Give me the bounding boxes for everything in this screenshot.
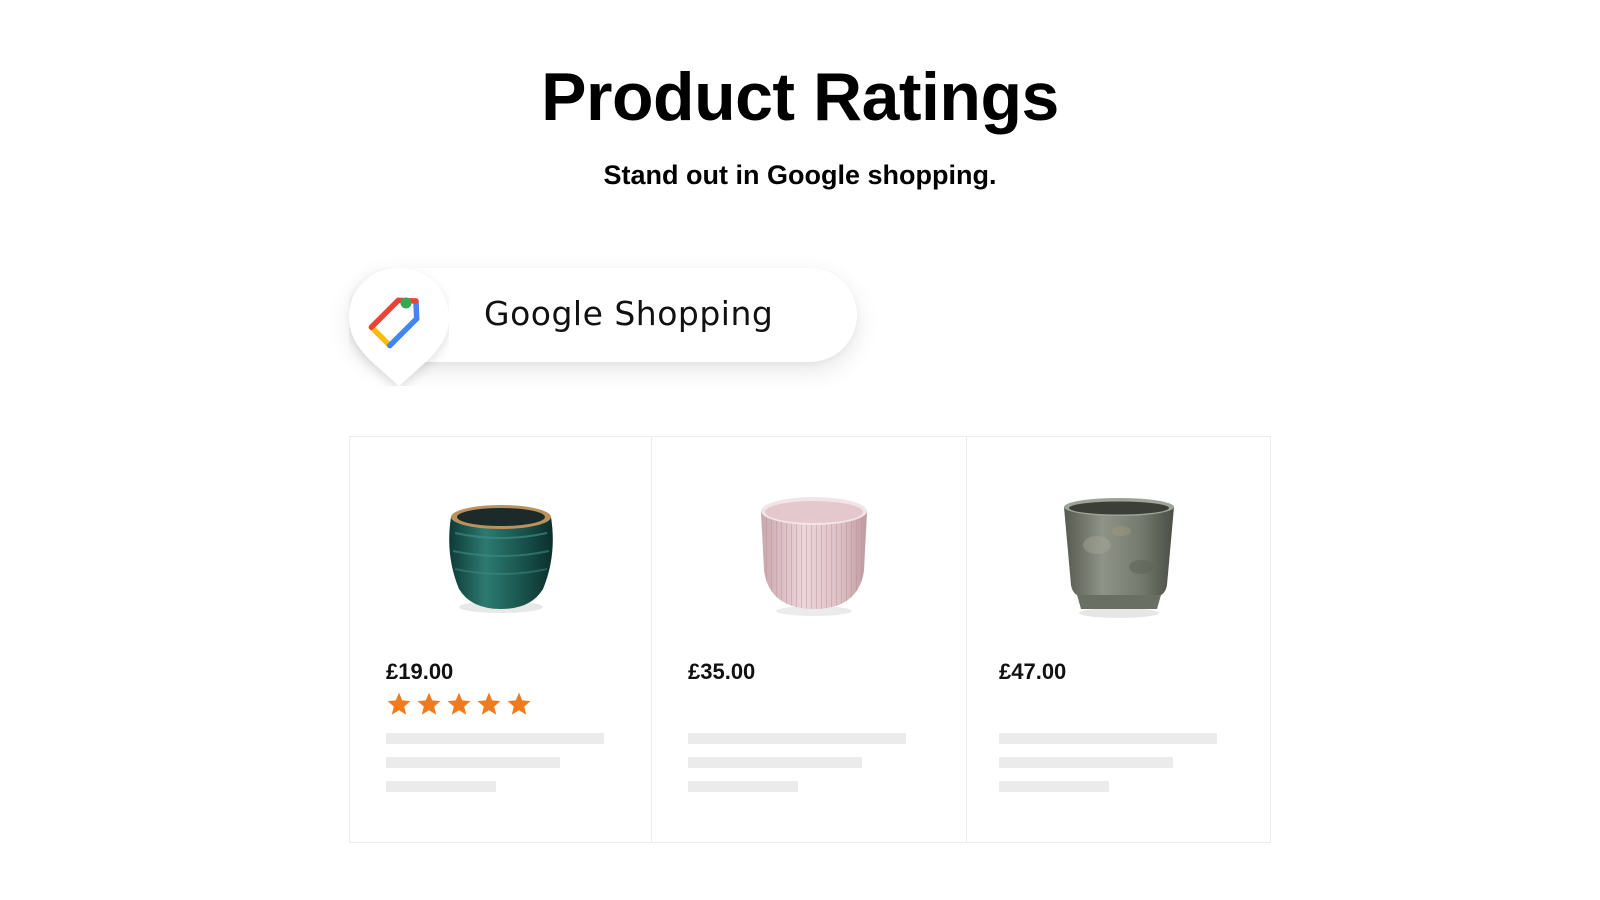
product-grid: £19.00 £35.00 £47.00 bbox=[349, 436, 1271, 843]
product-card-stone-pot[interactable]: £47.00 bbox=[967, 437, 1270, 842]
star-rating bbox=[386, 691, 532, 717]
page-title: Product Ratings bbox=[541, 59, 1059, 135]
google-shopping-tag-icon bbox=[349, 268, 449, 386]
product-card-teal-pot[interactable]: £19.00 bbox=[350, 437, 652, 842]
placeholder-line bbox=[999, 781, 1109, 792]
product-price: £47.00 bbox=[999, 659, 1067, 684]
star-icon bbox=[387, 692, 411, 715]
placeholder-line bbox=[386, 781, 496, 792]
pink-ribbed-pot-icon bbox=[761, 497, 867, 616]
star-icon bbox=[447, 692, 471, 715]
star-icon bbox=[417, 692, 441, 715]
star-icon bbox=[507, 692, 531, 715]
product-price: £35.00 bbox=[688, 659, 756, 684]
page-subtitle: Stand out in Google shopping. bbox=[603, 160, 997, 190]
placeholder-line bbox=[386, 757, 560, 768]
placeholder-line bbox=[999, 733, 1217, 744]
placeholder-line bbox=[688, 757, 862, 768]
placeholder-line bbox=[386, 733, 604, 744]
placeholder-line bbox=[688, 733, 906, 744]
grey-stone-pot-icon bbox=[1064, 498, 1174, 618]
teal-ceramic-pot-icon bbox=[449, 505, 553, 613]
placeholder-line bbox=[688, 781, 798, 792]
placeholder-line bbox=[999, 757, 1173, 768]
google-shopping-label: Google Shopping bbox=[484, 294, 774, 333]
product-card-pink-pot[interactable]: £35.00 bbox=[652, 437, 967, 842]
product-price: £19.00 bbox=[386, 659, 454, 684]
star-icon bbox=[477, 692, 501, 715]
